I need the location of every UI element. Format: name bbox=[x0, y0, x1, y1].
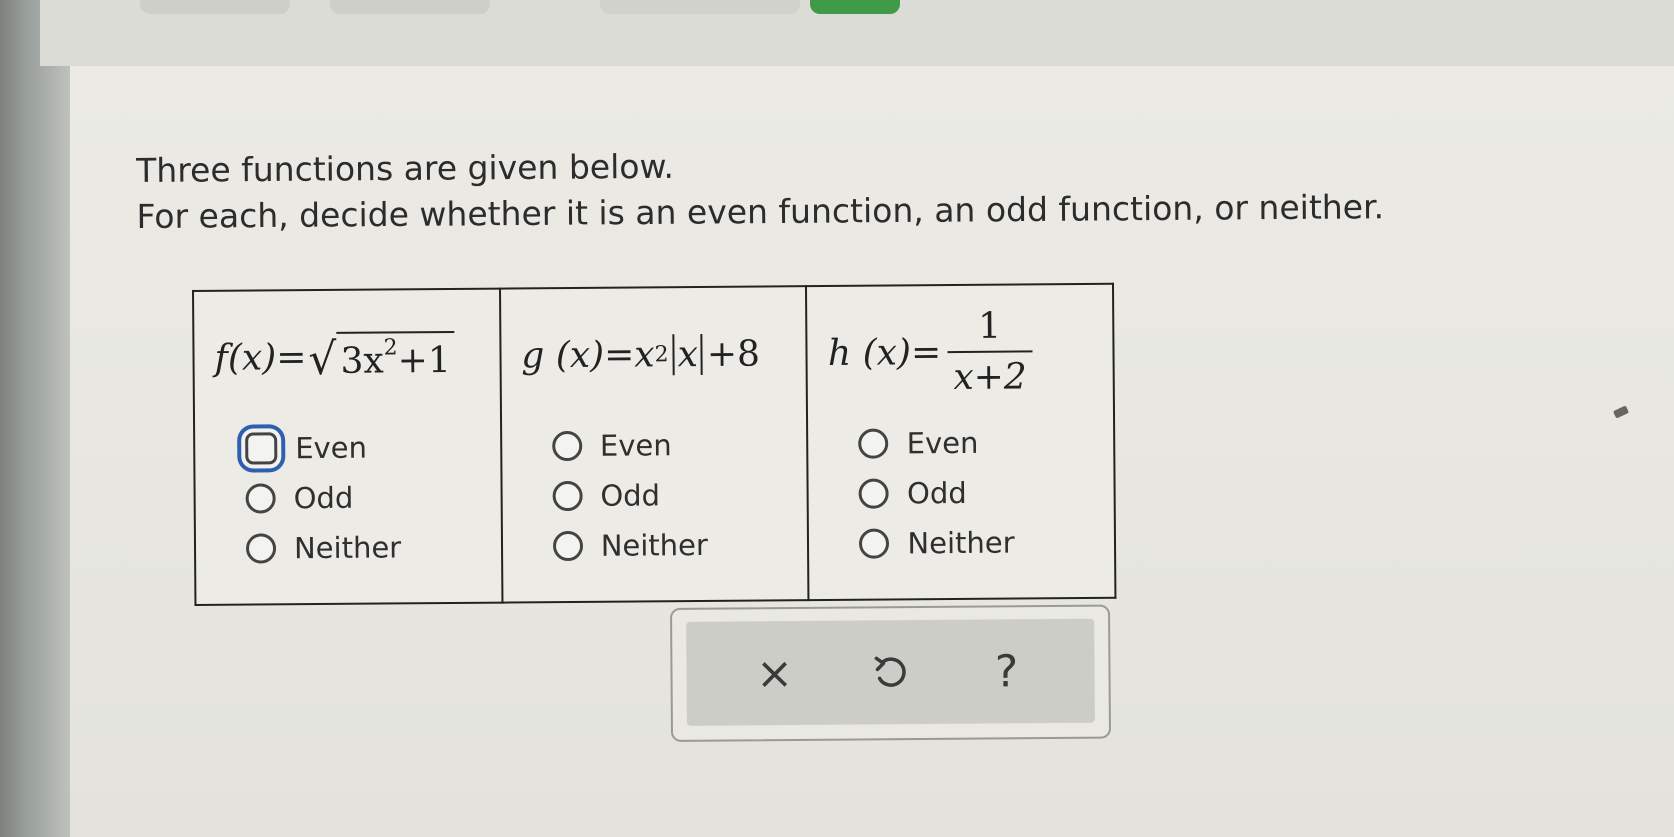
top-tab-active[interactable] bbox=[810, 0, 900, 14]
option-label: Neither bbox=[293, 530, 402, 566]
radio-h-neither[interactable]: Neither bbox=[859, 517, 1114, 569]
radio-h-odd[interactable]: Odd bbox=[858, 467, 1114, 519]
help-button[interactable]: ? bbox=[971, 636, 1042, 707]
action-toolbar-inner: × ? bbox=[686, 618, 1095, 726]
radio-button[interactable] bbox=[245, 432, 278, 465]
radio-button[interactable] bbox=[858, 428, 889, 459]
radio-button[interactable] bbox=[551, 430, 583, 462]
undo-button[interactable] bbox=[855, 637, 926, 708]
action-toolbar: × ? bbox=[670, 604, 1112, 742]
option-label: Neither bbox=[907, 525, 1015, 561]
absolute-value: x bbox=[672, 333, 704, 375]
formula-h: h (x)= 1 x+2 bbox=[807, 285, 1113, 419]
clear-button[interactable]: × bbox=[739, 638, 810, 709]
option-label: Even bbox=[295, 430, 368, 466]
screen-bezel bbox=[0, 0, 70, 837]
options-h: Even Odd Neither bbox=[808, 417, 1114, 569]
fraction-denominator: x+2 bbox=[947, 350, 1033, 399]
fraction-numerator: 1 bbox=[978, 305, 1002, 347]
function-table: f(x)= √ 3x2+1 Even Odd Neither g (x)=x 2… bbox=[192, 282, 1117, 606]
formula-g-lhs: g (x)=x bbox=[521, 333, 655, 376]
answer-panel: f(x)= √ 3x2+1 Even Odd Neither g (x)=x 2… bbox=[192, 282, 1117, 610]
top-tab[interactable] bbox=[330, 0, 490, 14]
formula-h-lhs: h (x)= bbox=[827, 331, 942, 374]
undo-icon bbox=[874, 656, 906, 687]
formula-g: g (x)=x 2 x +8 bbox=[521, 333, 761, 376]
sqrt-symbol: √ 3x2+1 bbox=[308, 330, 455, 385]
radio-button[interactable] bbox=[859, 528, 890, 559]
radio-f-even[interactable]: Even bbox=[245, 422, 500, 474]
option-label: Neither bbox=[600, 527, 708, 563]
help-icon: ? bbox=[994, 645, 1019, 697]
fraction: 1 x+2 bbox=[947, 305, 1033, 399]
option-label: Odd bbox=[906, 475, 967, 511]
option-label: Odd bbox=[293, 480, 354, 516]
radio-button[interactable] bbox=[552, 480, 583, 512]
formula-f: f(x)= √ 3x2+1 bbox=[194, 290, 500, 424]
radio-button[interactable] bbox=[552, 530, 583, 562]
radio-h-even[interactable]: Even bbox=[858, 417, 1113, 469]
browser-top-bar bbox=[40, 0, 1674, 66]
function-cell-g: g (x)=x 2 x +8 Even Odd Neither bbox=[499, 286, 809, 603]
radio-g-even[interactable]: Even bbox=[551, 419, 807, 471]
radicand: 3x2+1 bbox=[336, 330, 455, 382]
question-prompt: Three functions are given below. For eac… bbox=[136, 137, 1537, 240]
function-cell-h: h (x)= 1 x+2 Even Odd Neither bbox=[806, 283, 1116, 601]
radio-g-neither[interactable]: Neither bbox=[552, 519, 808, 571]
options-g: Even Odd Neither bbox=[502, 419, 808, 571]
radio-f-neither[interactable]: Neither bbox=[245, 522, 501, 574]
option-label: Odd bbox=[600, 478, 661, 513]
radio-g-odd[interactable]: Odd bbox=[552, 469, 807, 521]
top-tab[interactable] bbox=[600, 0, 800, 14]
options-f: Even Odd Neither bbox=[195, 422, 501, 574]
formula-g-tail: +8 bbox=[706, 333, 761, 375]
radio-button[interactable] bbox=[245, 483, 276, 514]
top-tab[interactable] bbox=[140, 0, 290, 14]
function-cell-f: f(x)= √ 3x2+1 Even Odd Neither bbox=[193, 288, 503, 605]
option-label: Even bbox=[906, 425, 979, 461]
option-label: Even bbox=[599, 428, 672, 463]
formula-f-lhs: f(x)= bbox=[214, 336, 307, 379]
radio-button[interactable] bbox=[858, 478, 890, 509]
radio-button[interactable] bbox=[245, 533, 277, 564]
radio-f-odd[interactable]: Odd bbox=[245, 472, 500, 524]
close-icon: × bbox=[755, 647, 794, 699]
